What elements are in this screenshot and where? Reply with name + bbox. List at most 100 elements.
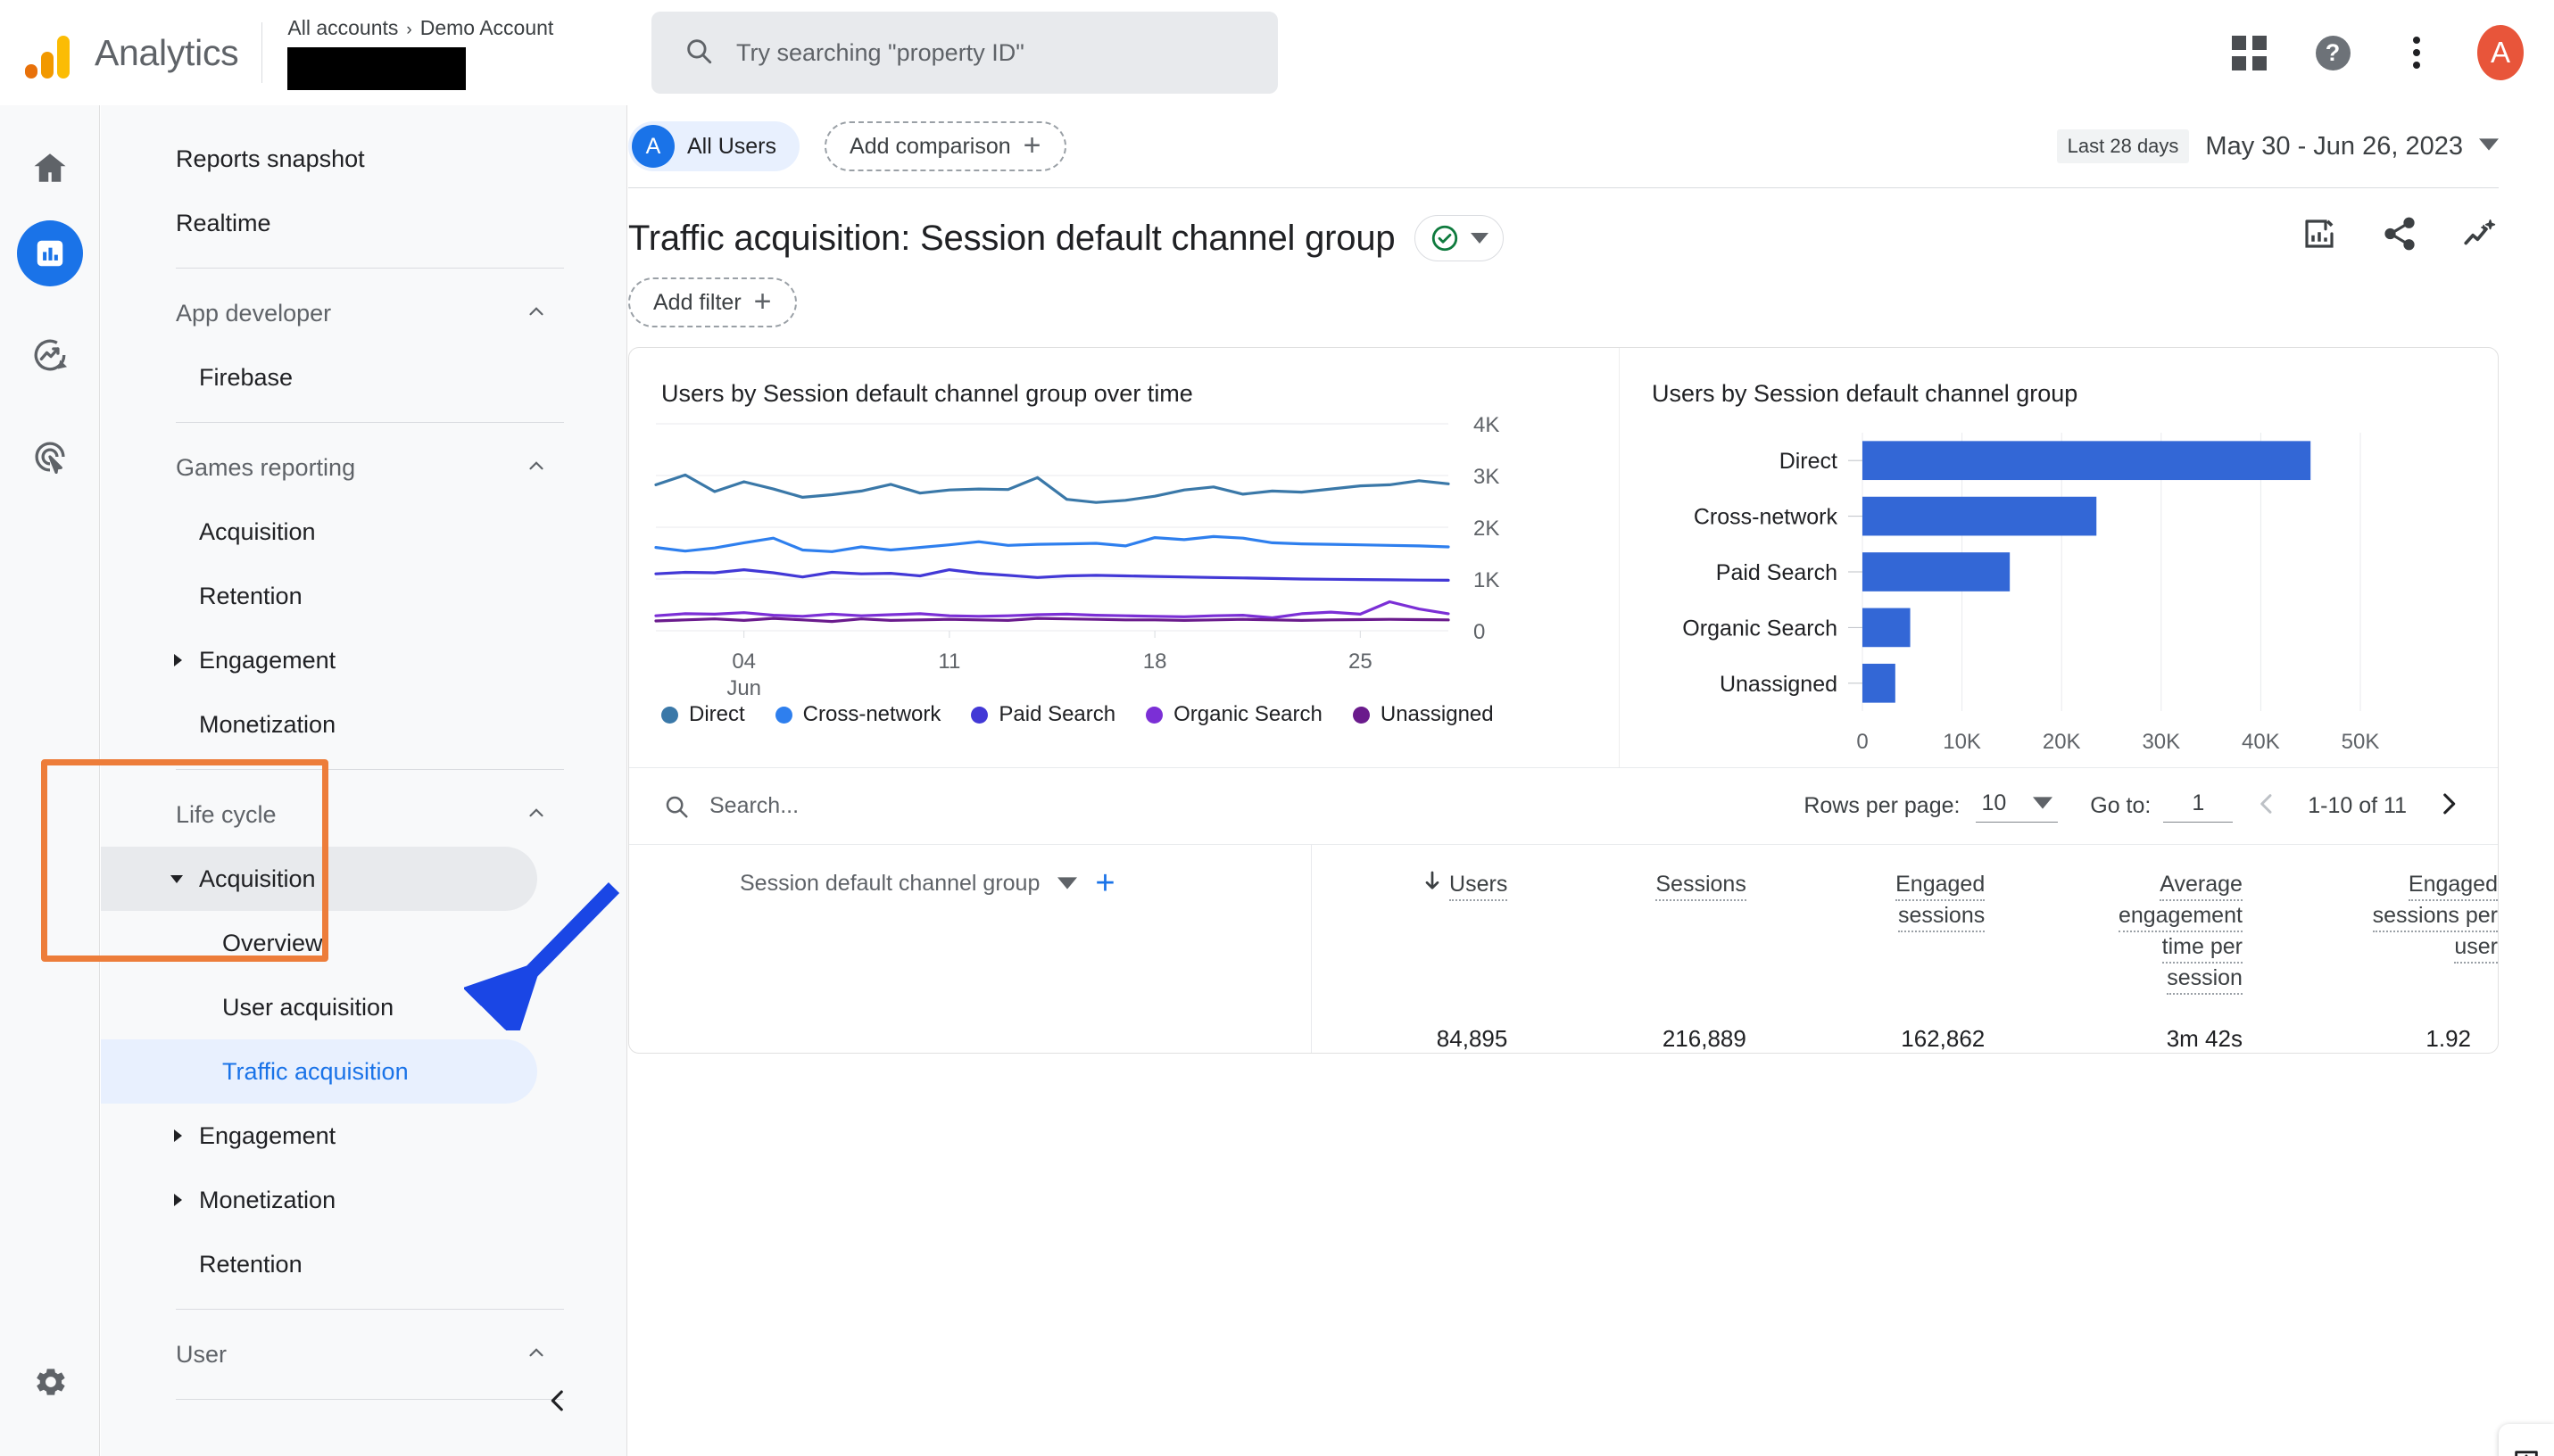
legend-label: Unassigned xyxy=(1380,702,1494,726)
legend-color-swatch xyxy=(971,706,989,724)
report-status-badge[interactable] xyxy=(1414,215,1505,261)
add-dimension-button[interactable]: + xyxy=(1095,866,1115,900)
sidebar-section-label: Games reporting xyxy=(176,453,356,481)
legend-item[interactable]: Paid Search xyxy=(971,702,1115,727)
sidebar-section-app-developer[interactable]: App developer xyxy=(101,281,564,345)
column-header-engaged-sessions-per-user[interactable]: Engaged sessions per user xyxy=(2243,845,2498,996)
dimension-selector[interactable]: Session default channel group + xyxy=(629,866,1311,900)
column-header-users[interactable]: Users xyxy=(1312,845,1508,996)
sidebar-item-label: Acquisition xyxy=(199,864,316,892)
redacted-property-box xyxy=(287,46,467,90)
sort-descending-icon xyxy=(1422,870,1442,899)
previous-page-button[interactable] xyxy=(2245,790,2288,823)
chevron-up-icon xyxy=(525,1341,548,1369)
totals-dimension-cell xyxy=(629,995,1313,1053)
feedback-button[interactable] xyxy=(2499,1424,2554,1456)
svg-text:30K: 30K xyxy=(2142,730,2180,754)
avatar-letter: A xyxy=(2477,25,2524,80)
breadcrumb-account[interactable]: Demo Account xyxy=(420,16,554,39)
add-filter-button[interactable]: Add filter + xyxy=(628,277,797,327)
rail-home-icon[interactable] xyxy=(0,125,100,211)
sidebar-item-label: Retention xyxy=(199,1250,303,1278)
sidebar-section-games-reporting[interactable]: Games reporting xyxy=(101,435,564,500)
svg-text:3K: 3K xyxy=(1473,465,1499,489)
share-icon[interactable] xyxy=(2381,215,2418,257)
sidebar-item-traffic-acquisition[interactable]: Traffic acquisition xyxy=(101,1039,537,1104)
rail-settings-icon[interactable] xyxy=(0,1351,100,1413)
column-label: Sessions xyxy=(1655,870,1746,901)
totals-users: 84,895 xyxy=(1436,1025,1508,1052)
bar-chart-svg[interactable]: 0 10K 20K 30K 40K 50K Direct Cross-network Paid … xyxy=(1620,408,2548,765)
table-row[interactable]: 84,895 216,889 162,862 3m 42s 1.92 xyxy=(629,995,2498,1053)
column-header-sessions[interactable]: Sessions xyxy=(1507,845,1746,996)
rail-reports-icon[interactable] xyxy=(0,211,100,296)
svg-text:20K: 20K xyxy=(2043,730,2081,754)
sidebar-item-games-retention[interactable]: Retention xyxy=(101,564,537,628)
edit-report-icon[interactable] xyxy=(2301,215,2338,257)
breadcrumb[interactable]: All accounts › Demo Account xyxy=(287,16,591,90)
all-users-label: All Users xyxy=(687,133,777,159)
nav-divider xyxy=(176,769,564,770)
sidebar-item-retention[interactable]: Retention xyxy=(101,1232,537,1296)
sidebar-item-reports-snapshot[interactable]: Reports snapshot xyxy=(101,127,537,191)
sidebar-item-monetization[interactable]: Monetization xyxy=(101,1168,537,1232)
dimension-label: Session default channel group xyxy=(740,870,1041,896)
check-circle-icon xyxy=(1432,225,1458,252)
rail-explore-icon[interactable] xyxy=(0,312,100,398)
nav-divider xyxy=(176,268,564,269)
svg-text:40K: 40K xyxy=(2242,730,2280,754)
sidebar-item-games-engagement[interactable]: Engagement xyxy=(101,628,537,692)
sidebar-item-engagement[interactable]: Engagement xyxy=(101,1104,537,1168)
table-header-row: Session default channel group + Users Se… xyxy=(629,844,2498,996)
sidebar-item-realtime[interactable]: Realtime xyxy=(101,191,537,255)
sidebar-item-user-acquisition[interactable]: User acquisition xyxy=(101,975,537,1039)
add-comparison-button[interactable]: Add comparison + xyxy=(825,121,1066,171)
icon-rail xyxy=(0,105,100,1456)
all-users-chip[interactable]: A All Users xyxy=(628,121,800,171)
sidebar-item-label: Acquisition xyxy=(199,517,316,545)
line-chart-svg[interactable]: 0 1K 2K 3K 4K 04Jun 11 18 25 xyxy=(629,408,1620,702)
rail-advertising-icon[interactable] xyxy=(0,414,100,500)
apps-grid-icon[interactable] xyxy=(2226,29,2272,76)
sidebar-item-acquisition[interactable]: Acquisition xyxy=(101,847,537,911)
date-range-picker[interactable]: Last 28 days May 30 - Jun 26, 2023 xyxy=(2056,105,2499,187)
legend-label: Organic Search xyxy=(1173,702,1323,726)
sidebar-item-overview[interactable]: Overview xyxy=(101,911,537,975)
brand-title: Analytics xyxy=(95,31,239,73)
all-users-avatar: A xyxy=(632,125,675,168)
avatar[interactable]: A xyxy=(2477,25,2524,80)
legend-item[interactable]: Unassigned xyxy=(1352,702,1494,727)
chevron-down-icon xyxy=(2033,797,2053,809)
column-header-engaged-sessions[interactable]: Engaged sessions xyxy=(1746,845,1986,996)
legend-item[interactable]: Cross-network xyxy=(775,702,941,727)
sidebar-section-life-cycle[interactable]: Life cycle xyxy=(101,782,564,847)
totals-engaged-sessions-per-user: 1.92 xyxy=(2425,1025,2471,1052)
go-to-input[interactable]: 1 xyxy=(2163,790,2234,823)
plus-icon: + xyxy=(1023,128,1041,163)
rows-per-page-select[interactable]: 10 xyxy=(1976,790,2059,823)
table-search[interactable]: Search... xyxy=(629,793,799,820)
pagination-controls: Rows per page: 10 Go to: 1 1-10 of 11 xyxy=(1804,789,2471,823)
breadcrumb-all-accounts[interactable]: All accounts xyxy=(287,16,398,39)
insights-icon[interactable] xyxy=(2461,215,2499,257)
search-icon xyxy=(684,36,714,70)
sidebar-item-games-monetization[interactable]: Monetization xyxy=(101,692,537,757)
global-search-bar[interactable]: Try searching "property ID" xyxy=(651,12,1278,94)
more-options-icon[interactable] xyxy=(2393,29,2440,76)
totals-sessions: 216,889 xyxy=(1662,1025,1746,1052)
page-header: Traffic acquisition: Session default cha… xyxy=(628,188,2554,261)
global-search-placeholder: Try searching "property ID" xyxy=(736,38,1024,66)
next-page-button[interactable] xyxy=(2426,789,2471,823)
svg-text:11: 11 xyxy=(938,649,960,674)
sidebar-item-firebase[interactable]: Firebase xyxy=(101,345,537,410)
dimension-header-cell: Session default channel group + xyxy=(629,844,1313,995)
column-header-avg-engagement-time[interactable]: Average engagement time per session xyxy=(1985,845,2243,995)
rows-per-page-value: 10 xyxy=(1981,790,2007,815)
legend-item[interactable]: Direct xyxy=(661,702,745,727)
chevron-down-icon xyxy=(1057,877,1078,889)
help-icon[interactable]: ? xyxy=(2309,29,2356,76)
collapse-navigation-button[interactable] xyxy=(543,1386,573,1420)
sidebar-item-games-acquisition[interactable]: Acquisition xyxy=(101,500,537,564)
sidebar-section-user[interactable]: User xyxy=(101,1322,564,1386)
legend-item[interactable]: Organic Search xyxy=(1146,702,1323,727)
